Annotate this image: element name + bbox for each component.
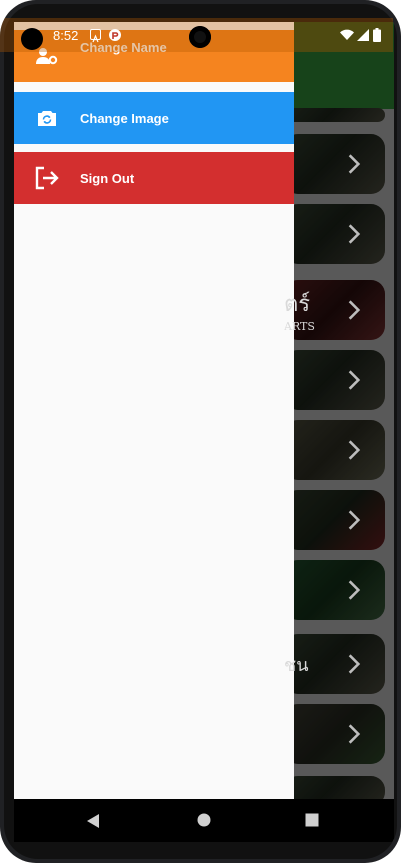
change-image-menu-item[interactable]: Change Image <box>14 92 294 144</box>
front-camera-center <box>189 26 211 48</box>
chevron-right-icon <box>348 580 361 600</box>
signal-icon <box>357 29 369 41</box>
back-icon[interactable] <box>86 813 100 829</box>
wifi-icon <box>340 29 354 40</box>
camera-rotate-icon <box>14 92 80 144</box>
card-thai-text: ตร์ <box>284 292 311 317</box>
chevron-right-icon <box>348 370 361 390</box>
chevron-right-icon <box>348 300 361 320</box>
sign-out-icon <box>14 152 80 204</box>
a-badge-icon <box>90 29 101 43</box>
front-camera-left <box>21 28 43 50</box>
system-navigation-bar <box>14 799 394 842</box>
sign-out-menu-item[interactable]: Sign Out <box>14 152 294 204</box>
chevron-right-icon <box>348 510 361 530</box>
p-badge-icon <box>109 29 121 41</box>
home-icon[interactable] <box>197 813 211 827</box>
card-thai-text: ชน <box>284 655 309 676</box>
chevron-right-icon <box>348 654 361 674</box>
navigation-drawer: Change Name Change Image Sign Out <box>14 22 294 802</box>
device-bezel: ตร์ ARTS ชน Change Name Change Image Sig… <box>4 4 397 859</box>
recents-icon[interactable] <box>305 813 319 827</box>
card-arts-text: ARTS <box>284 320 315 333</box>
change-image-label: Change Image <box>80 110 169 126</box>
chevron-right-icon <box>348 224 361 244</box>
sign-out-label: Sign Out <box>80 170 135 186</box>
status-time: 8:52 <box>53 28 79 43</box>
chevron-right-icon <box>348 440 361 460</box>
battery-icon <box>373 28 381 42</box>
chevron-right-icon <box>348 154 361 174</box>
device-frame: ตร์ ARTS ชน Change Name Change Image Sig… <box>0 0 401 863</box>
chevron-right-icon <box>348 724 361 744</box>
app-screen: ตร์ ARTS ชน Change Name Change Image Sig… <box>14 22 394 842</box>
